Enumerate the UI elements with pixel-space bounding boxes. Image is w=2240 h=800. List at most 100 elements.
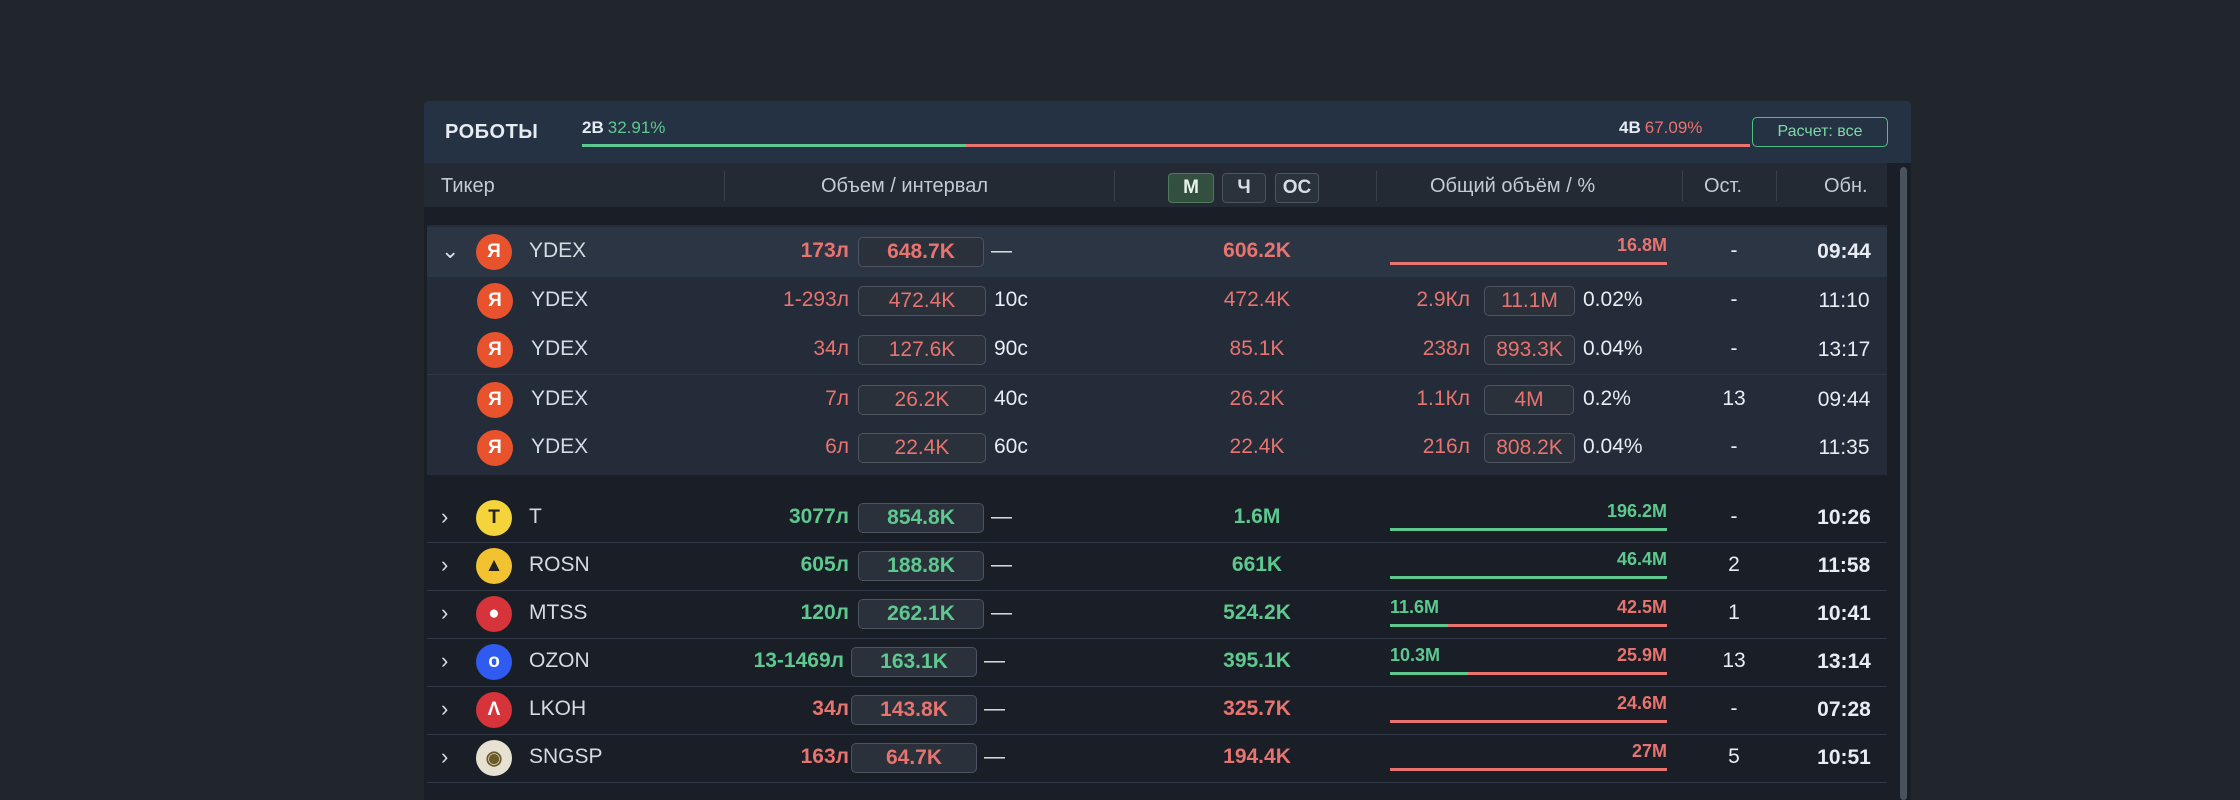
yandex-icon: Я xyxy=(477,429,513,466)
table-header: Тикер Объем / интервал М Ч ОС Общий объё… xyxy=(424,163,1887,207)
interval-value: 40с xyxy=(994,386,1028,410)
volume-pill[interactable]: 26.2K xyxy=(858,384,986,415)
total-volume-pill[interactable]: 4M xyxy=(1484,384,1574,415)
total-lots-value: 2.9Кл xyxy=(1416,288,1470,311)
robot-row[interactable]: Я YDEX 7л 26.2K 40с 26.2K 1.1Кл 4M 0.2% 13 09:44 xyxy=(427,375,1887,424)
calc-mode-button[interactable]: Расчет: все xyxy=(1752,117,1888,147)
ticker-name: SNGSP xyxy=(529,745,603,768)
total-volume-pill[interactable]: 893.3K xyxy=(1484,334,1575,365)
remaining-value: - xyxy=(1730,336,1738,360)
mid-volume-value: 472.4K xyxy=(1223,288,1291,311)
buy-percent: 32.91% xyxy=(607,118,666,137)
sell-summary: 4B 67.09% xyxy=(1619,118,1702,138)
robot-row[interactable]: Я YDEX 34л 127.6K 90с 85.1K 238л 893.3K 0.04% - 13… xyxy=(427,325,1887,375)
total-lots-value: 216л xyxy=(1422,434,1470,458)
share-percent: 0.04% xyxy=(1583,434,1643,458)
column-header-updated[interactable]: Обн. xyxy=(1824,175,1868,198)
volume-pill[interactable]: 22.4K xyxy=(858,432,986,463)
updated-time: 10:51 xyxy=(1817,746,1871,769)
mid-volume-value: 661K xyxy=(1231,553,1283,576)
ticker-name: YDEX xyxy=(531,434,589,458)
lots-value: 1-293л xyxy=(783,288,849,311)
ticker-row[interactable]: ⌄ Я YDEX 173л 648.7K — 606.2K 16.8M - 09:44 xyxy=(427,227,1887,277)
total-volume-buy: 11.6M xyxy=(1390,597,1440,617)
lots-value: 34л xyxy=(813,336,849,360)
volume-pill[interactable]: 64.7K xyxy=(851,743,977,773)
lots-value: 3077л xyxy=(788,505,849,528)
total-volume-bar xyxy=(1390,528,1667,531)
chevron-right-icon[interactable]: › xyxy=(441,744,448,770)
interval-value: 10с xyxy=(994,288,1028,311)
rosneft-icon: ▲ xyxy=(476,548,512,584)
volume-pill[interactable]: 262.1K xyxy=(858,599,984,629)
updated-time: 13:17 xyxy=(1817,337,1871,361)
total-volume-bar xyxy=(1390,576,1667,579)
volume-pill[interactable]: 143.8K xyxy=(851,695,977,725)
ozon-icon: o xyxy=(476,644,512,680)
lots-value: 34л xyxy=(812,697,849,720)
remaining-value: 13 xyxy=(1722,386,1746,410)
volume-pill[interactable]: 163.1K xyxy=(851,647,977,677)
chevron-right-icon[interactable]: › xyxy=(441,504,448,530)
chevron-right-icon[interactable]: › xyxy=(441,696,448,722)
interval-value: 60с xyxy=(994,434,1028,458)
total-volume-value: 196.2M xyxy=(1606,501,1667,521)
updated-time: 09:44 xyxy=(1817,387,1871,411)
column-divider xyxy=(1682,171,1683,201)
column-header-volume-interval[interactable]: Объем / интервал xyxy=(821,175,988,198)
total-volume-value: 27M xyxy=(1631,741,1667,761)
column-divider xyxy=(1776,171,1777,201)
remaining-value: 13 xyxy=(1722,649,1746,672)
robot-row[interactable]: Я YDEX 1-293л 472.4K 10с 472.4K 2.9Кл 11.1M 0.02… xyxy=(427,277,1887,325)
yandex-icon: Я xyxy=(477,283,513,319)
lots-value: 173л xyxy=(800,239,849,262)
ticker-row[interactable]: › ● MTSS 120л 262.1K — 524.2K 11.6M 42.5M 1 10:41 xyxy=(427,590,1887,639)
ticker-row[interactable]: › ▲ ROSN 605л 188.8K — 661K 46.4M 2 11:58 xyxy=(427,542,1887,591)
volume-pill[interactable]: 854.8K xyxy=(858,503,984,533)
total-volume-value: 16.8M xyxy=(1616,235,1667,255)
interval-value: — xyxy=(991,601,1012,624)
ticker-row[interactable]: › Ʌ LKOH 34л 143.8K — 325.7K 24.6M - 07:28 xyxy=(427,686,1887,735)
chevron-right-icon[interactable]: › xyxy=(441,648,448,674)
column-header-ticker[interactable]: Тикер xyxy=(441,175,495,198)
chevron-down-icon[interactable]: ⌄ xyxy=(441,238,459,264)
total-volume-pill[interactable]: 11.1M xyxy=(1484,286,1575,316)
chevron-right-icon[interactable]: › xyxy=(441,600,448,626)
total-volume-buy: 10.3M xyxy=(1390,645,1441,665)
volume-pill[interactable]: 648.7K xyxy=(858,237,984,267)
buy-count: 2B xyxy=(582,118,604,137)
total-volume-pill[interactable]: 808.2K xyxy=(1484,432,1575,463)
mid-volume-value: 85.1K xyxy=(1229,336,1285,360)
sell-count: 4B xyxy=(1619,118,1641,137)
mode-button-ch[interactable]: Ч xyxy=(1222,173,1266,203)
ticker-row[interactable]: › ◉ SNGSP 163л 64.7K — 194.4K 27M 5 10:51 xyxy=(427,734,1887,783)
tbank-icon: T xyxy=(476,500,512,536)
ticker-row[interactable]: › o OZON 13-1469л 163.1K — 395.1K 10.3M 25.9M 13 1… xyxy=(427,638,1887,687)
volume-pill[interactable]: 188.8K xyxy=(858,551,984,581)
interval-value: — xyxy=(984,745,1005,768)
volume-pill[interactable]: 127.6K xyxy=(858,334,986,365)
ticker-row[interactable]: › T T 3077л 854.8K — 1.6M 196.2M - 10:26 xyxy=(427,494,1887,543)
robot-row[interactable]: Я YDEX 6л 22.4K 60с 22.4K 216л 808.2K 0.04% - 11:3… xyxy=(427,423,1887,472)
total-volume-bar xyxy=(1390,768,1667,771)
column-header-total-volume[interactable]: Общий объём / % xyxy=(1430,175,1595,198)
column-divider xyxy=(1114,171,1115,201)
updated-time: 11:58 xyxy=(1817,554,1871,577)
chevron-right-icon[interactable]: › xyxy=(441,552,448,578)
updated-time: 10:26 xyxy=(1817,506,1871,529)
sell-percent: 67.09% xyxy=(1644,118,1703,137)
ticker-name: MTSS xyxy=(529,601,588,624)
updated-time: 09:44 xyxy=(1817,240,1871,263)
volume-pill[interactable]: 472.4K xyxy=(858,286,986,316)
mid-volume-value: 194.4K xyxy=(1223,745,1291,768)
mode-button-os[interactable]: ОС xyxy=(1275,173,1319,203)
remaining-value: - xyxy=(1730,505,1738,528)
mid-volume-value: 395.1K xyxy=(1223,649,1291,672)
mode-button-m[interactable]: М xyxy=(1168,173,1214,203)
ticker-name: LKOH xyxy=(529,697,587,720)
remaining-value: - xyxy=(1730,239,1738,262)
scrollbar-thumb[interactable] xyxy=(1900,167,1907,800)
interval-value: — xyxy=(991,553,1012,576)
column-header-remaining[interactable]: Ост. xyxy=(1704,175,1742,198)
mid-volume-value: 606.2K xyxy=(1223,239,1291,262)
